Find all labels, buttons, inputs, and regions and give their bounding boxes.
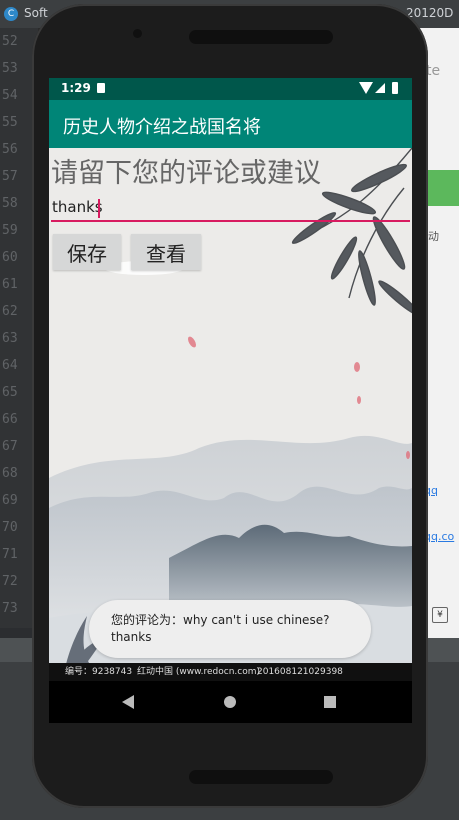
ide-app-title: Soft <box>24 6 48 20</box>
front-camera-icon <box>133 29 142 38</box>
comment-prompt-label: 请留下您的评论或建议 <box>51 158 321 189</box>
recent-apps-icon[interactable] <box>324 696 336 708</box>
credit-id: 编号：9238743 <box>65 667 133 677</box>
cell-signal-icon <box>375 83 385 93</box>
app-title: 历史人物介绍之战国名将 <box>63 117 261 138</box>
phone-screen: 1:29 历史人物介绍之战国名将 请留下您的评论或建议 thanks 保存 查看… <box>49 78 412 723</box>
sim-card-icon <box>97 83 105 93</box>
content-area: 请留下您的评论或建议 保存 查看 <box>49 148 412 663</box>
save-button[interactable]: 保存 <box>53 234 121 270</box>
yen-icon[interactable]: ¥ <box>432 607 448 623</box>
status-time: 1:29 <box>61 81 91 95</box>
text-cursor <box>98 199 100 218</box>
navigation-bar <box>49 681 412 723</box>
ide-app-icon: C <box>4 7 18 21</box>
comment-input[interactable] <box>51 194 410 222</box>
battery-icon <box>392 82 398 94</box>
credit-code: 201608121029398 <box>257 667 343 677</box>
home-icon[interactable] <box>224 696 236 708</box>
image-credit-strip: 编号：9238743 红动中国 (www.redocn.com) 2016081… <box>49 663 412 681</box>
wifi-icon <box>359 82 373 94</box>
ink-painting-background <box>49 148 412 663</box>
toast-line-2: thanks <box>111 630 152 644</box>
toast-message: 您的评论为：why can't i use chinese? thanks <box>89 600 371 658</box>
view-button[interactable]: 查看 <box>131 234 201 270</box>
ide-file-id: 20120D <box>406 6 454 20</box>
right-panel-text: te <box>426 63 441 79</box>
right-panel-text-2: 动 <box>428 230 439 243</box>
top-speaker <box>189 30 333 44</box>
app-bar: 历史人物介绍之战国名将 <box>49 100 412 148</box>
status-bar: 1:29 <box>49 78 412 100</box>
back-icon[interactable] <box>122 695 134 709</box>
bottom-speaker <box>189 770 333 784</box>
credit-site: 红动中国 (www.redocn.com) <box>137 667 260 677</box>
toast-line-1: 您的评论为：why can't i use chinese? <box>111 613 330 627</box>
right-panel-link-2[interactable]: qq.co <box>424 530 454 543</box>
